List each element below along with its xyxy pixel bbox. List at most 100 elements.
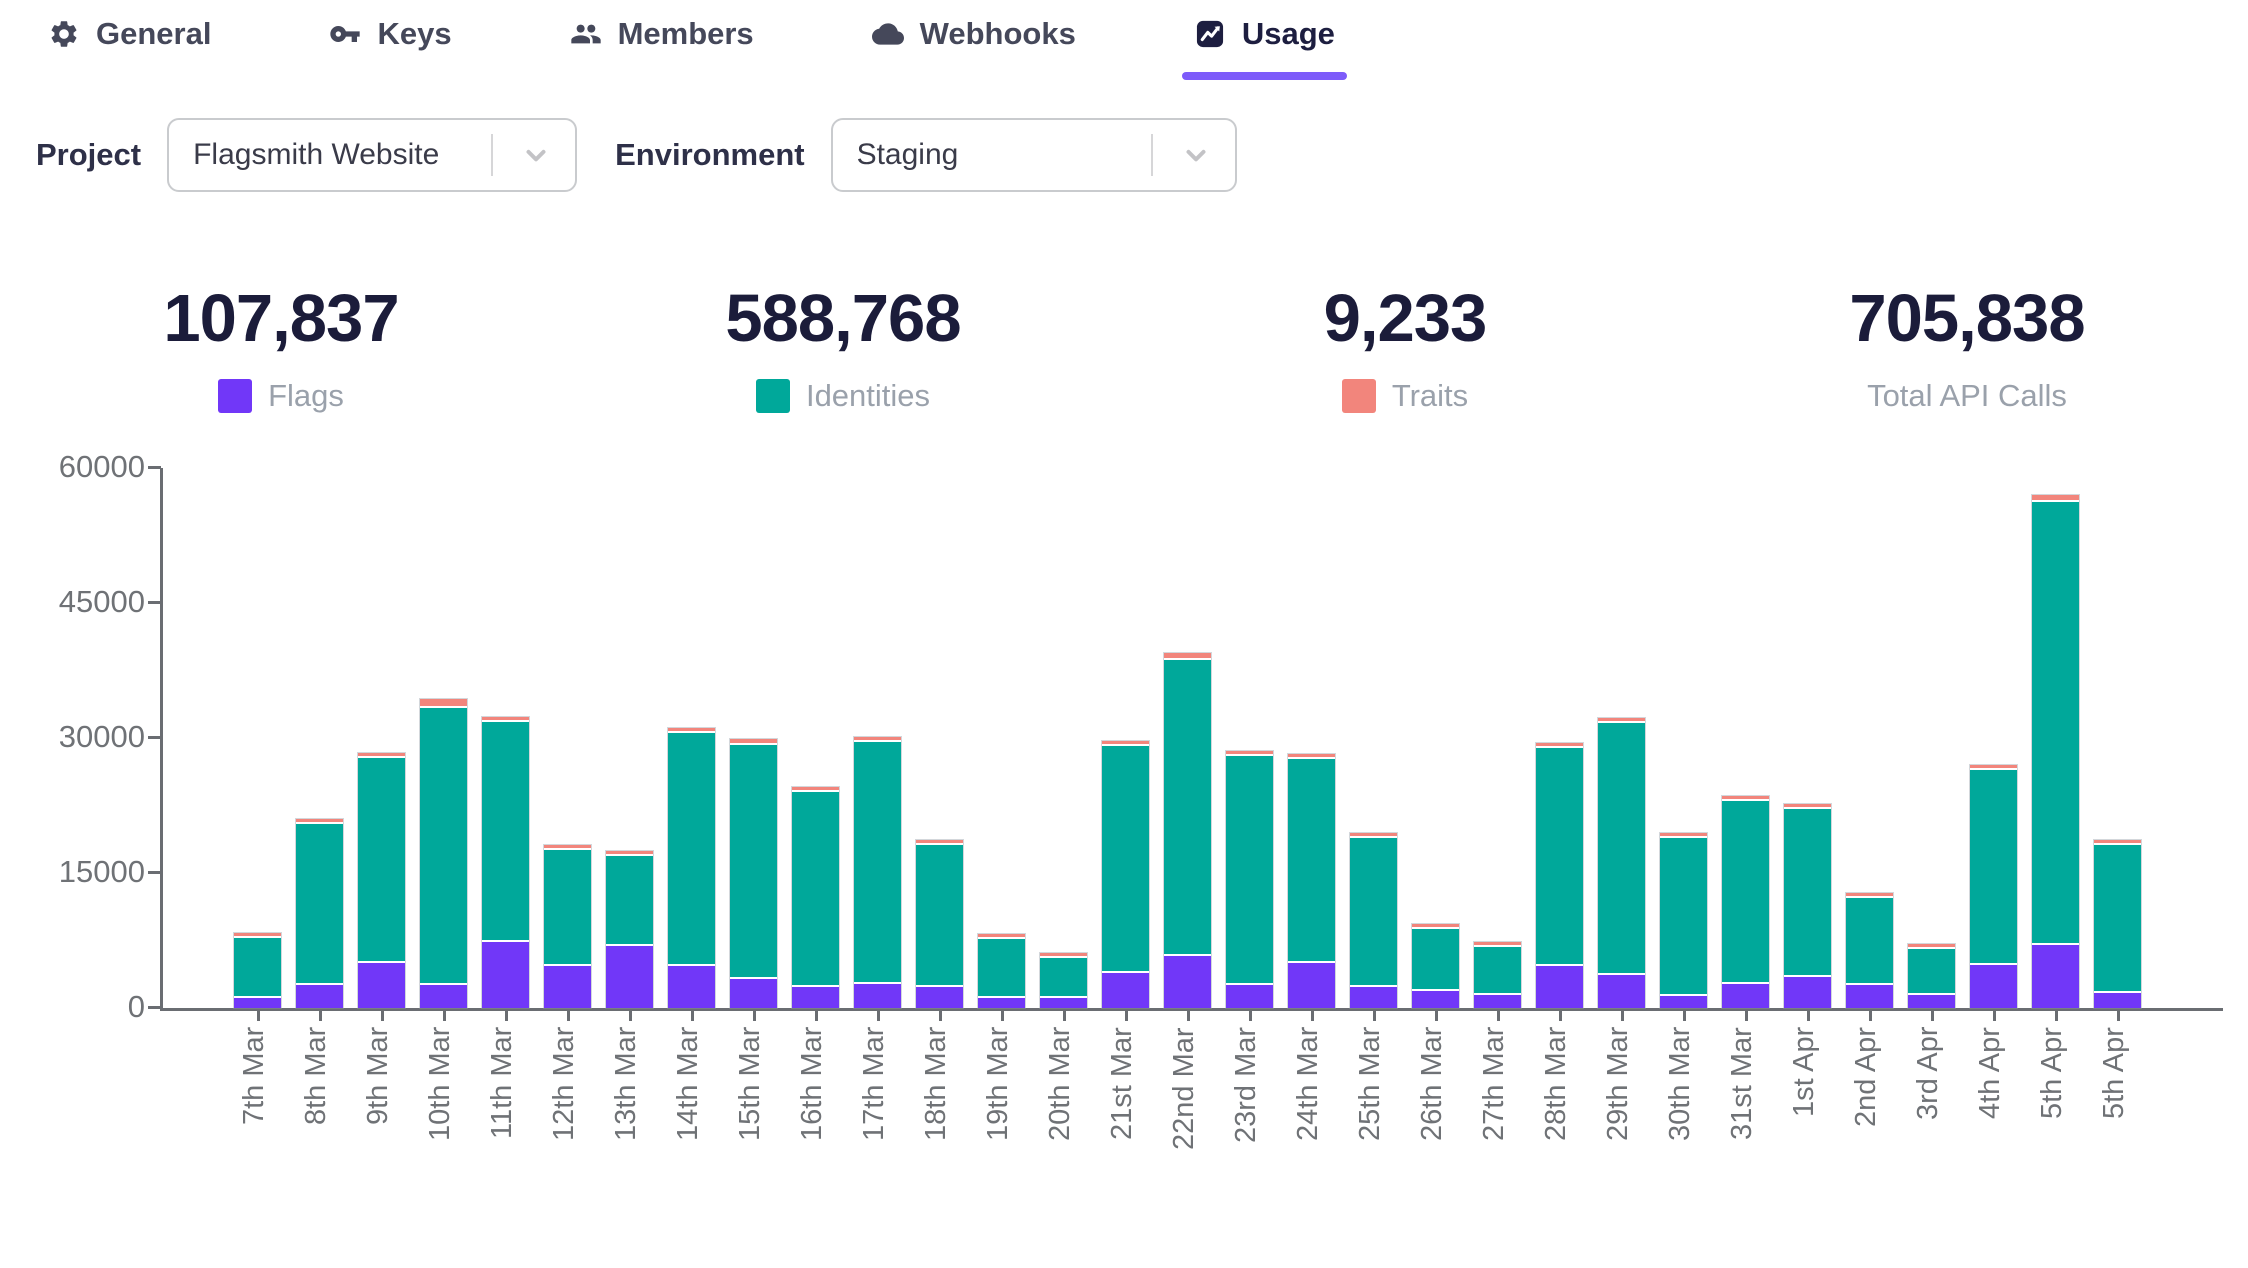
bar-segment-identities [730, 743, 777, 977]
stacked-bar [730, 739, 777, 1008]
stacked-bar [1846, 893, 1893, 1008]
bar-segment-flags [606, 944, 653, 1008]
bar-column[interactable] [1784, 804, 1831, 1008]
tab-label: General [96, 16, 211, 52]
bar-column[interactable] [1412, 924, 1459, 1008]
bar-column[interactable] [1660, 833, 1707, 1008]
environment-select[interactable]: Staging [831, 118, 1237, 192]
tab-members[interactable]: Members [570, 16, 754, 80]
stacked-bar [296, 819, 343, 1008]
bar-column[interactable] [2032, 495, 2079, 1008]
bar-segment-identities [1040, 956, 1087, 996]
bar-column[interactable] [296, 819, 343, 1008]
bar-segment-flags [358, 961, 405, 1008]
bar-column[interactable] [792, 787, 839, 1008]
y-axis-tick-mark [148, 1006, 161, 1009]
x-axis-label: 7th Mar [231, 1027, 278, 1211]
project-select[interactable]: Flagsmith Website [167, 118, 577, 192]
bar-series-container [163, 468, 2223, 1008]
bar-column[interactable] [1164, 653, 1211, 1008]
bar-segment-flags [1412, 989, 1459, 1008]
x-axis-label: 19th Mar [975, 1027, 1022, 1211]
x-axis-label: 13th Mar [603, 1027, 650, 1211]
bar-column[interactable] [420, 699, 467, 1008]
bar-column[interactable] [482, 717, 529, 1008]
bar-column[interactable] [1598, 718, 1645, 1008]
key-icon [329, 18, 361, 50]
stacked-bar [978, 934, 1025, 1008]
tab-webhooks[interactable]: Webhooks [872, 16, 1076, 80]
bar-column[interactable] [1288, 754, 1335, 1008]
stacked-bar [1536, 743, 1583, 1008]
select-divider [1151, 134, 1153, 176]
x-axis-label: 21st Mar [1099, 1027, 1146, 1211]
bar-column[interactable] [2094, 840, 2141, 1008]
stacked-bar [916, 840, 963, 1008]
bar-segment-flags [1598, 973, 1645, 1008]
bar-segment-identities [606, 854, 653, 944]
x-axis-labels: 7th Mar8th Mar9th Mar10th Mar11th Mar12t… [160, 1027, 2234, 1211]
bar-segment-identities [1164, 658, 1211, 954]
bar-segment-flags [1722, 982, 1769, 1008]
project-select-value: Flagsmith Website [193, 138, 439, 172]
bar-column[interactable] [544, 845, 591, 1008]
bar-column[interactable] [358, 753, 405, 1008]
bar-column[interactable] [1040, 953, 1087, 1008]
bar-column[interactable] [1350, 833, 1397, 1008]
bar-column[interactable] [1908, 944, 1955, 1008]
tab-general[interactable]: General [48, 16, 211, 80]
x-axis-label: 17th Mar [851, 1027, 898, 1211]
bar-column[interactable] [234, 933, 281, 1008]
bar-column[interactable] [668, 728, 715, 1008]
bar-column[interactable] [916, 840, 963, 1008]
bar-segment-flags [234, 996, 281, 1008]
stacked-bar [420, 699, 467, 1008]
x-axis-label: 5th Apr [2029, 1027, 2076, 1211]
stacked-bar [1350, 833, 1397, 1008]
filter-row: Project Flagsmith Website Environment St… [36, 118, 2248, 192]
stacked-bar [2094, 840, 2141, 1008]
bar-segment-flags [1660, 994, 1707, 1008]
chart-icon [1194, 18, 1226, 50]
stat-traits: 9,233 Traits [1124, 284, 1686, 414]
stat-total-api-calls: 705,838 Total API Calls [1686, 284, 2248, 414]
stacked-bar [544, 845, 591, 1008]
bar-column[interactable] [1846, 893, 1893, 1008]
bar-column[interactable] [1722, 796, 1769, 1008]
stacked-bar [1908, 944, 1955, 1008]
chart-plot-area: 015000300004500060000 [160, 468, 2223, 1011]
tab-label: Members [618, 16, 754, 52]
tab-usage[interactable]: Usage [1194, 16, 1335, 80]
identities-legend-swatch [756, 379, 790, 413]
bar-segment-identities [544, 848, 591, 964]
bar-segment-identities [1412, 927, 1459, 989]
bar-column[interactable] [854, 737, 901, 1008]
y-axis-tick-label: 0 [0, 991, 145, 1022]
bar-column[interactable] [1536, 743, 1583, 1008]
stacked-bar [1722, 796, 1769, 1008]
bar-column[interactable] [1970, 765, 2017, 1008]
bar-column[interactable] [978, 934, 1025, 1008]
bar-column[interactable] [1474, 942, 1521, 1008]
bar-segment-identities [1288, 757, 1335, 961]
bar-segment-flags [1846, 983, 1893, 1008]
bar-segment-identities [358, 756, 405, 961]
y-axis-tick-label: 30000 [0, 721, 145, 752]
bar-column[interactable] [606, 851, 653, 1008]
bar-segment-identities [1598, 721, 1645, 973]
bar-segment-flags [544, 964, 591, 1008]
bar-column[interactable] [730, 739, 777, 1008]
traits-legend-swatch [1342, 379, 1376, 413]
bar-segment-identities [978, 937, 1025, 996]
y-axis-tick-mark [148, 736, 161, 739]
y-axis-tick-label: 15000 [0, 856, 145, 887]
bar-segment-identities [1536, 746, 1583, 964]
x-axis-label: 3rd Apr [1905, 1027, 1952, 1211]
bar-column[interactable] [1226, 751, 1273, 1008]
stacked-bar [1288, 754, 1335, 1008]
stacked-bar [1784, 804, 1831, 1008]
x-axis-label: 2nd Apr [1843, 1027, 1890, 1211]
x-axis-label: 20th Mar [1037, 1027, 1084, 1211]
bar-column[interactable] [1102, 741, 1149, 1008]
tab-keys[interactable]: Keys [329, 16, 451, 80]
